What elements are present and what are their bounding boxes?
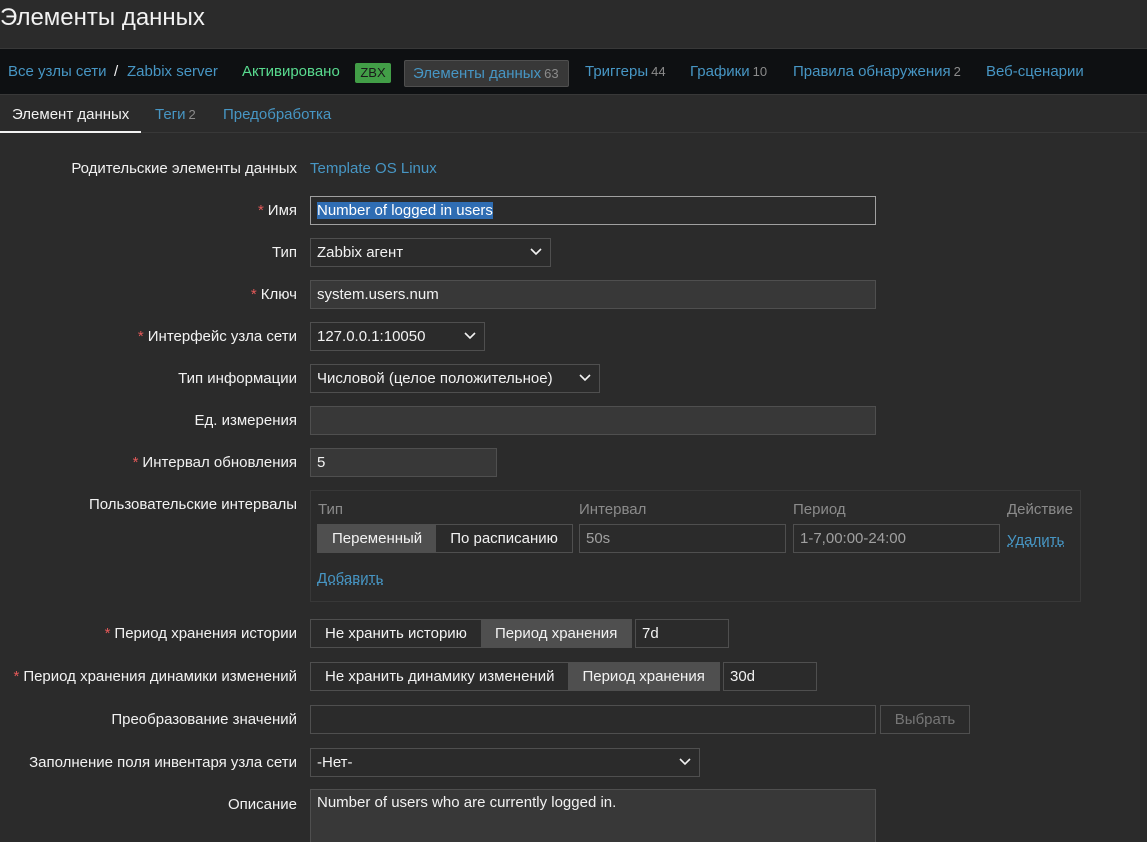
chevron-down-icon (679, 758, 691, 766)
intervals-header-type: Тип (318, 501, 344, 518)
intervals-header-action: Действие (1007, 501, 1073, 518)
chevron-down-icon (579, 374, 591, 382)
valuemap-input[interactable] (310, 705, 876, 734)
required-marker: * (13, 668, 20, 685)
graphs-nav-label: Графики (690, 63, 750, 80)
inventory-select[interactable]: -Нет- (310, 748, 700, 777)
items-count: 63 (544, 66, 559, 81)
type-select-value: Zabbix агент (317, 244, 404, 261)
units-input[interactable] (310, 406, 876, 435)
required-marker: * (104, 625, 111, 642)
info-type-select-value: Числовой (целое положительное) (317, 370, 553, 387)
key-label-text: Ключ (260, 286, 297, 303)
history-label: * Период хранения истории (105, 625, 297, 642)
history-storage-period-button[interactable]: Период хранения (480, 620, 632, 647)
trends-period-input[interactable]: 30d (723, 662, 817, 691)
inventory-select-value: -Нет- (317, 754, 353, 771)
web-scenarios-nav-link[interactable]: Веб-сценарии (986, 49, 1084, 95)
parent-template-link[interactable]: Template OS Linux (310, 160, 437, 177)
description-label: Описание (227, 796, 297, 813)
name-input[interactable]: Number of logged in users (310, 196, 876, 225)
key-input[interactable]: system.users.num (310, 280, 876, 309)
triggers-nav-label: Триггеры (585, 63, 649, 80)
update-interval-label: * Интервал обновления (133, 454, 297, 471)
history-period-input[interactable]: 7d (635, 619, 729, 648)
graphs-nav-link[interactable]: Графики 10 (690, 49, 767, 95)
discovery-nav-label: Правила обнаружения (793, 63, 951, 80)
required-marker: * (132, 454, 139, 471)
required-marker: * (257, 202, 264, 219)
triggers-count: 44 (651, 64, 666, 79)
required-marker: * (137, 328, 144, 345)
tab-tags[interactable]: Теги 2 (155, 96, 196, 133)
info-type-label: Тип информации (178, 370, 297, 387)
type-label: Тип (271, 244, 297, 261)
page-header: Элементы данных (0, 0, 1147, 48)
period-input[interactable]: 1-7,00:00-24:00 (793, 524, 1000, 553)
description-textarea[interactable]: Number of users who are currently logged… (310, 789, 876, 842)
name-input-value: Number of logged in users (317, 202, 493, 219)
interface-select[interactable]: 127.0.0.1:10050 (310, 322, 485, 351)
triggers-nav-link[interactable]: Триггеры 44 (585, 49, 666, 95)
key-label: * Ключ (251, 286, 297, 303)
tab-tags-count: 2 (188, 107, 196, 122)
form-tabs: Элемент данных Теги 2 Предобработка (0, 96, 1147, 133)
discovery-count: 2 (953, 64, 961, 79)
intervals-header-interval: Интервал (579, 501, 647, 518)
trends-storage-period-button[interactable]: Период хранения (568, 663, 719, 690)
interval-input[interactable]: 50s (579, 524, 786, 553)
graphs-count: 10 (752, 64, 768, 79)
interface-label-text: Интерфейс узла сети (147, 328, 297, 345)
tab-preprocessing[interactable]: Предобработка (223, 96, 331, 133)
custom-intervals-table: Тип Интервал Период Действие Переменный … (310, 490, 1081, 602)
history-toggle: Не хранить историю Период хранения (310, 619, 633, 648)
interface-label: * Интерфейс узла сети (138, 328, 297, 345)
host-status[interactable]: Активировано (242, 49, 340, 95)
all-hosts-link[interactable]: Все узлы сети (8, 49, 107, 95)
trends-toggle: Не хранить динамику изменений Период хра… (310, 662, 720, 691)
valuemap-select-button[interactable]: Выбрать (880, 705, 970, 734)
items-nav-label: Элементы данных (413, 65, 542, 82)
items-nav-link[interactable]: Элементы данных 63 (404, 60, 569, 87)
interval-type-toggle: Переменный По расписанию (317, 524, 573, 553)
tab-item[interactable]: Элемент данных (0, 96, 142, 133)
add-interval-link[interactable]: Добавить (317, 570, 383, 587)
required-marker: * (250, 286, 257, 303)
type-select[interactable]: Zabbix агент (310, 238, 551, 267)
discovery-nav-link[interactable]: Правила обнаружения 2 (793, 49, 961, 95)
name-label: * Имя (258, 202, 297, 219)
remove-interval-link[interactable]: Удалить (1007, 532, 1064, 549)
update-interval-input[interactable]: 5 (310, 448, 497, 477)
chevron-down-icon (464, 332, 476, 340)
page-title: Элементы данных (0, 4, 205, 31)
parent-items-label: Родительские элементы данных (71, 160, 297, 177)
trends-do-not-keep-button[interactable]: Не хранить динамику изменений (311, 663, 569, 690)
tab-tags-label: Теги (155, 106, 186, 123)
intervals-header-period: Период (793, 501, 846, 518)
interval-type-flexible[interactable]: Переменный (318, 525, 437, 552)
name-label-text: Имя (267, 202, 297, 219)
history-do-not-keep-button[interactable]: Не хранить историю (311, 620, 481, 647)
chevron-down-icon (530, 248, 542, 256)
breadcrumb-separator: / (114, 63, 119, 80)
valuemap-label: Преобразование значений (111, 711, 297, 728)
interface-select-value: 127.0.0.1:10050 (317, 328, 426, 345)
units-label: Ед. измерения (194, 412, 297, 429)
interval-type-scheduling[interactable]: По расписанию (436, 525, 572, 552)
trends-label-text: Период хранения динамики изменений (23, 668, 297, 685)
inventory-label: Заполнение поля инвентаря узла сети (29, 754, 297, 771)
history-label-text: Период хранения истории (114, 625, 297, 642)
trends-label: * Период хранения динамики изменений (13, 668, 297, 685)
custom-intervals-label: Пользовательские интервалы (88, 496, 297, 513)
zbx-availability-badge: ZBX (355, 63, 391, 83)
host-link[interactable]: Zabbix server (127, 49, 218, 95)
host-navigation-bar: Все узлы сети / Zabbix server Активирова… (0, 48, 1147, 95)
update-interval-label-text: Интервал обновления (142, 454, 297, 471)
info-type-select[interactable]: Числовой (целое положительное) (310, 364, 600, 393)
